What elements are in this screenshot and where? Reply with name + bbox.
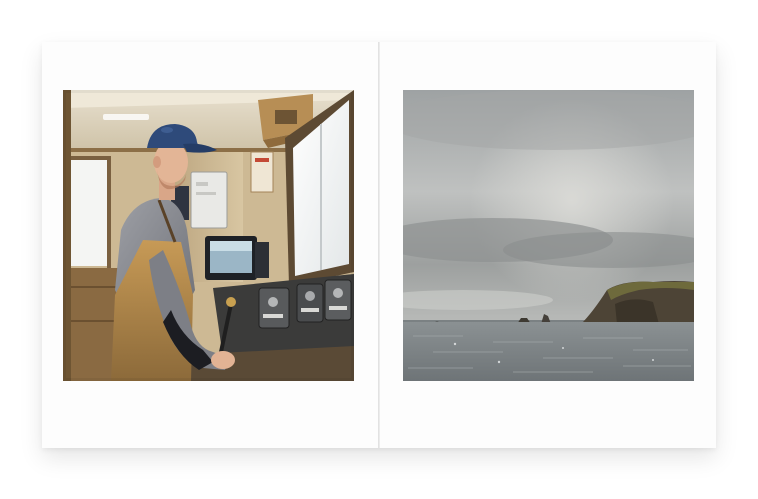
left-page xyxy=(42,42,378,448)
seascape-photo xyxy=(403,90,694,381)
photo-book-spread xyxy=(42,42,716,448)
right-page xyxy=(380,42,716,448)
seascape-photo-image xyxy=(403,90,694,381)
fisherman-photo xyxy=(63,90,354,381)
stage xyxy=(0,0,758,499)
fisherman-photo-image xyxy=(63,90,354,381)
